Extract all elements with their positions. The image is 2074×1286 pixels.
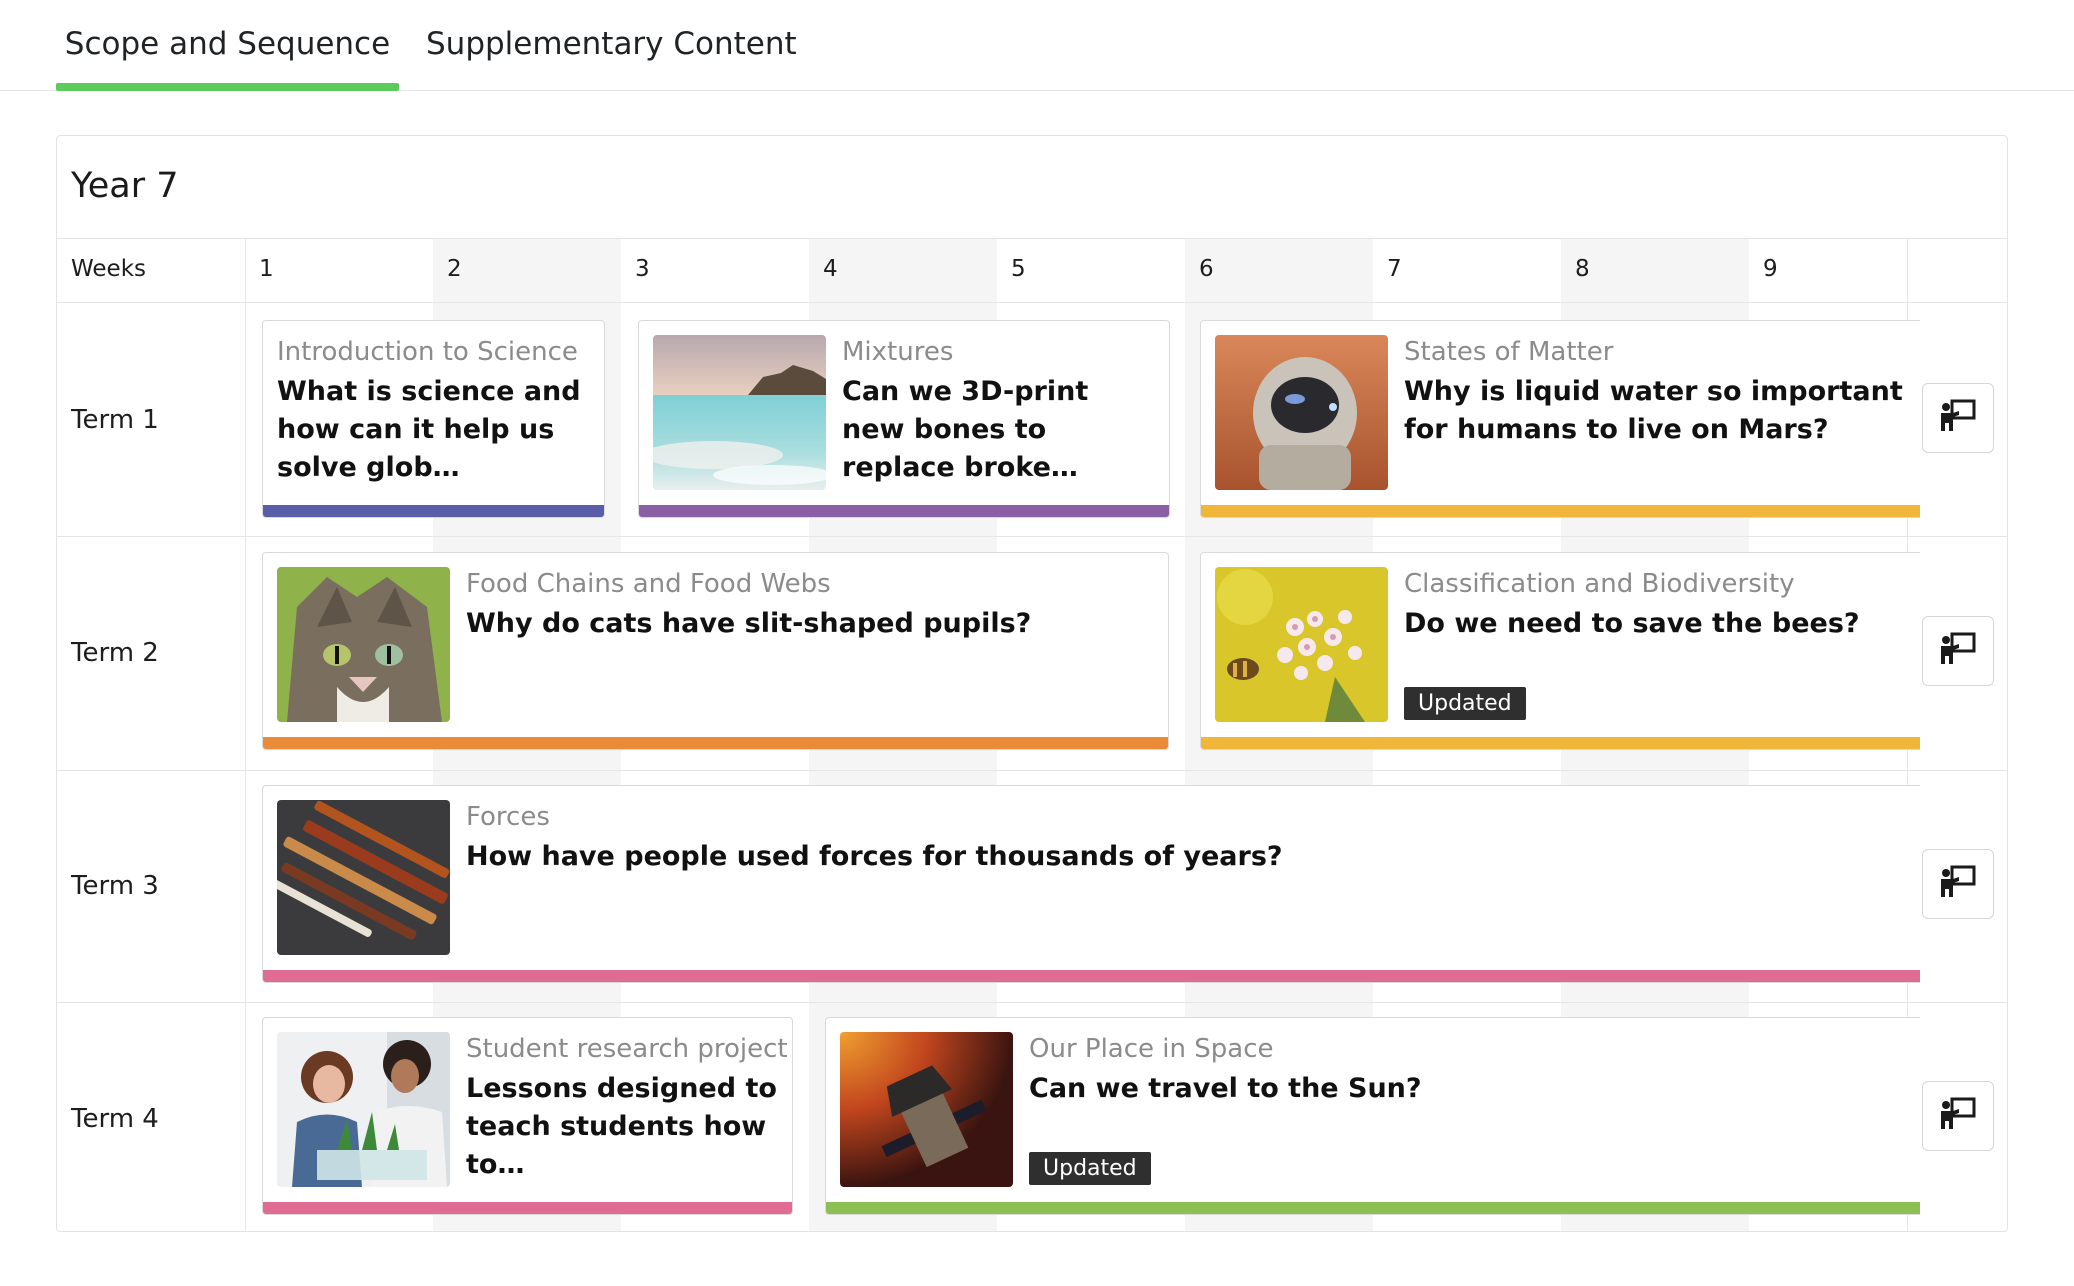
week-number: 5 [1011,256,1026,282]
unit-question: Can we 3D-print new bones to replace bro… [842,376,1089,483]
unit-title: Classification and Biodiversity [1404,569,1795,599]
unit-title: Forces [466,802,550,832]
tab-scope-and-sequence[interactable]: Scope and Sequence [56,0,399,91]
week-number: 1 [259,256,274,282]
unit-title: Food Chains and Food Webs [466,569,831,599]
term-label: Term 2 [71,638,159,668]
updated-badge: Updated [1404,687,1526,720]
teach-button-term-4[interactable] [1922,1081,1994,1151]
unit-card-forces[interactable]: Forces How have people used forces for t… [262,785,1920,983]
unit-color-bar [263,970,1920,982]
astronaut-on-mars-photo [1215,335,1388,490]
teach-button-term-3[interactable] [1922,849,1994,919]
presenter-icon [1939,865,1977,903]
unit-title: States of Matter [1404,337,1614,367]
term-label: Term 4 [71,1104,159,1134]
week-number: 3 [635,256,650,282]
solar-probe-photo [840,1032,1013,1187]
unit-question: Why do cats have slit-shaped pupils? [466,608,1032,639]
ancient-tools-photo [277,800,450,955]
unit-card-mixtures[interactable]: Mixtures Can we 3D-print new bones to re… [638,320,1170,518]
bee-on-flower-photo [1215,567,1388,722]
unit-title: Student research project [466,1034,788,1064]
updated-badge: Updated [1029,1152,1151,1185]
tab-bar: Scope and Sequence Supplementary Content [0,0,2074,91]
unit-question: Why is liquid water so important for hum… [1404,376,1903,445]
unit-color-bar [263,737,1168,749]
unit-color-bar [639,505,1169,517]
presenter-icon [1939,399,1977,437]
weeks-label: Weeks [71,256,146,282]
unit-title: Mixtures [842,337,954,367]
unit-question: How have people used forces for thousand… [466,841,1283,872]
unit-color-bar [1201,737,1920,749]
unit-color-bar [263,505,604,517]
presenter-icon [1939,1097,1977,1135]
unit-card-food-chains[interactable]: Food Chains and Food Webs Why do cats ha… [262,552,1169,750]
week-number: 2 [447,256,462,282]
week-number: 7 [1387,256,1402,282]
unit-color-bar [263,1202,792,1214]
salt-lake-photo [653,335,826,490]
unit-question: Do we need to save the bees? [1404,608,1860,639]
students-with-plants-photo [277,1032,450,1187]
unit-title: Our Place in Space [1029,1034,1274,1064]
unit-color-bar [826,1202,1920,1214]
unit-card-states-of-matter[interactable]: States of Matter Why is liquid water so … [1200,320,1920,518]
tab-supplementary-content[interactable]: Supplementary Content [426,0,797,91]
teach-button-term-1[interactable] [1922,383,1994,453]
unit-question: Lessons designed to teach students how t… [466,1073,777,1180]
year-panel: Year 7 Weeks 1 2 3 4 5 6 7 8 9 Term 1 Te… [56,135,2008,1232]
week-number: 4 [823,256,838,282]
term-label: Term 1 [71,405,159,435]
unit-card-classification-biodiversity[interactable]: Classification and Biodiversity Do we ne… [1200,552,1920,750]
unit-card-our-place-in-space[interactable]: Our Place in Space Can we travel to the … [825,1017,1920,1215]
term-label: Term 3 [71,871,159,901]
unit-card-student-research-project[interactable]: Student research project Lessons designe… [262,1017,793,1215]
presenter-icon [1939,632,1977,670]
cat-photo [277,567,450,722]
teach-button-term-2[interactable] [1922,616,1994,686]
active-tab-indicator [56,83,399,91]
unit-question: What is science and how can it help us s… [277,376,581,483]
year-title: Year 7 [71,166,179,206]
week-number: 8 [1575,256,1590,282]
unit-question: Can we travel to the Sun? [1029,1073,1422,1104]
unit-color-bar [1201,505,1920,517]
unit-title: Introduction to Science [277,337,578,367]
week-number: 9 [1763,256,1778,282]
unit-card-introduction-to-science[interactable]: Introduction to Science What is science … [262,320,605,518]
week-number: 6 [1199,256,1214,282]
